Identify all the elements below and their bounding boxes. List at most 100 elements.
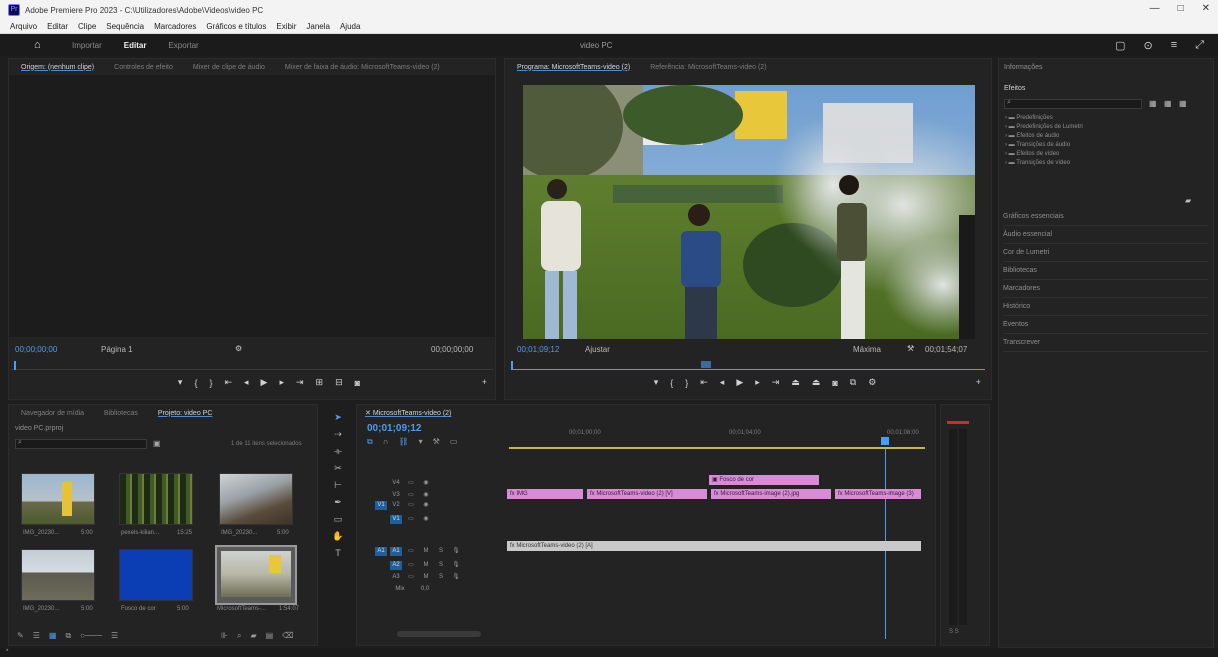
new-bin-icon[interactable]: ▰: [1185, 196, 1191, 205]
compare-icon[interactable]: ⧉: [850, 377, 856, 388]
wrench-icon[interactable]: ⚒: [907, 344, 914, 353]
sort-icon[interactable]: ☰: [111, 631, 118, 641]
yuv-effects-icon[interactable]: ▦: [1179, 99, 1187, 108]
freeform-view-icon[interactable]: ⧉: [65, 631, 71, 641]
tab-reference[interactable]: Referência: MicrosoftTeams-video (2): [650, 64, 766, 71]
menu-graficos[interactable]: Gráficos e títulos: [206, 22, 266, 31]
source-viewer[interactable]: [9, 75, 495, 337]
effects-tree-item[interactable]: › ▬ Predefinições de Lumetri: [1005, 124, 1083, 133]
maximize-button[interactable]: □: [1178, 3, 1184, 14]
menu-editar[interactable]: Editar: [47, 22, 68, 31]
workspaces-icon[interactable]: ▢: [1115, 39, 1125, 52]
program-timecode[interactable]: 00;01;09;12: [517, 345, 559, 354]
track-header-v2[interactable]: V1 V2 ▭ ◉: [375, 499, 505, 511]
program-playhead[interactable]: [701, 361, 711, 368]
program-scrubber[interactable]: [511, 361, 985, 370]
section-transcribe[interactable]: Transcrever: [1003, 334, 1208, 352]
section-history[interactable]: Histórico: [1003, 298, 1208, 316]
menu-icon[interactable]: ≡: [1171, 39, 1177, 52]
minimize-button[interactable]: —: [1150, 3, 1160, 14]
new-bin-from-search-icon[interactable]: ▣: [153, 439, 161, 448]
add-marker-icon[interactable]: ▾: [419, 437, 423, 447]
track-header-mix[interactable]: Mix 0,0: [375, 581, 515, 593]
tab-editar[interactable]: Editar: [124, 41, 147, 50]
track-header-v4[interactable]: V4 ▭ ◉: [375, 475, 505, 487]
list-view-icon[interactable]: ☰: [33, 631, 40, 641]
effects-tree-item[interactable]: › ▬ Efeitos de áudio: [1005, 133, 1083, 142]
go-to-out-icon[interactable]: ⇥: [296, 377, 304, 388]
step-forward-icon[interactable]: ▸: [279, 377, 284, 388]
effects-tree-item[interactable]: › ▬ Efeitos de vídeo: [1005, 151, 1083, 160]
linked-selection-icon[interactable]: ⛓: [398, 437, 408, 447]
section-markers[interactable]: Marcadores: [1003, 280, 1208, 298]
info-title[interactable]: Informações: [1004, 64, 1043, 71]
section-essential-audio[interactable]: Áudio essencial: [1003, 226, 1208, 244]
type-tool-icon[interactable]: T: [335, 548, 341, 558]
clip-v2-img[interactable]: fx IMG: [507, 489, 583, 499]
track-header-v1[interactable]: V1 ▭ ◉: [375, 511, 505, 524]
close-button[interactable]: ✕: [1202, 3, 1210, 14]
effects-tree-item[interactable]: › ▬ Transições de áudio: [1005, 142, 1083, 151]
menu-ajuda[interactable]: Ajuda: [340, 22, 360, 31]
add-button-icon[interactable]: +: [482, 377, 487, 387]
new-item-icon[interactable]: ▤: [266, 631, 274, 641]
track-select-tool-icon[interactable]: ⇢: [334, 429, 342, 440]
track-header-a2[interactable]: A2 ▭ M S 🎙: [375, 557, 515, 570]
snap-icon[interactable]: ∩: [383, 437, 389, 447]
tab-effect-controls[interactable]: Controles de efeito: [114, 64, 173, 71]
menu-exibir[interactable]: Exibir: [276, 22, 296, 31]
clip-v2-image2[interactable]: fx MicrosoftTeams-image (2).jpg: [711, 489, 831, 499]
prog-go-to-in-icon[interactable]: ⇤: [700, 377, 708, 388]
project-item-thumb[interactable]: [119, 549, 193, 601]
prog-export-frame-icon[interactable]: ◙: [832, 378, 837, 388]
insert-icon[interactable]: ⊞: [316, 377, 324, 388]
new-bin-icon[interactable]: ▰: [250, 631, 256, 641]
fit-dropdown[interactable]: Ajustar: [585, 345, 610, 354]
prog-step-back-icon[interactable]: ◂: [720, 377, 725, 388]
tab-libraries[interactable]: Bibliotecas: [104, 410, 138, 417]
menu-janela[interactable]: Janela: [306, 22, 330, 31]
timeline-zoom-scrollbar[interactable]: [397, 631, 481, 637]
go-to-in-icon[interactable]: ⇤: [224, 377, 232, 388]
home-icon[interactable]: ⌂: [34, 39, 50, 51]
mark-out-icon[interactable]: }: [209, 378, 212, 388]
pencil-icon[interactable]: ✎: [17, 631, 24, 641]
slip-tool-icon[interactable]: ⊢: [334, 480, 342, 491]
prog-step-forward-icon[interactable]: ▸: [755, 377, 760, 388]
tab-program[interactable]: Programa: MicrosoftTeams-video (2): [517, 64, 630, 71]
captions-icon[interactable]: ▭: [450, 437, 458, 447]
selection-tool-icon[interactable]: ➤: [334, 412, 342, 423]
project-item-thumb[interactable]: [219, 473, 293, 525]
prog-go-to-out-icon[interactable]: ⇥: [772, 377, 780, 388]
source-playhead[interactable]: [14, 361, 16, 370]
prog-add-button-icon[interactable]: +: [976, 377, 981, 387]
find-icon[interactable]: ⌕: [237, 631, 241, 641]
project-item-thumb[interactable]: [119, 473, 193, 525]
32bit-effects-icon[interactable]: ▦: [1164, 99, 1172, 108]
project-search-input[interactable]: ⌕: [15, 439, 147, 449]
hand-tool-icon[interactable]: ✋: [332, 531, 343, 542]
tab-source[interactable]: Origem: (nenhum clipe): [21, 64, 94, 71]
track-header-a3[interactable]: A3 ▭ M S 🎙: [375, 569, 515, 581]
program-video-frame[interactable]: [523, 85, 975, 339]
zoom-slider-icon[interactable]: ○───: [80, 631, 102, 641]
clip-v2-image3[interactable]: fx MicrosoftTeams-image (3): [835, 489, 921, 499]
project-item-thumb[interactable]: [21, 473, 95, 525]
vr-icon[interactable]: ⚙: [868, 377, 876, 388]
track-header-a1[interactable]: A1 A1 ▭ M S 🎙: [375, 545, 515, 557]
section-essential-graphics[interactable]: Gráficos essenciais: [1003, 208, 1208, 226]
prog-mark-in-icon[interactable]: {: [670, 378, 673, 388]
clear-icon[interactable]: ⌫: [282, 631, 293, 641]
overwrite-icon[interactable]: ⊟: [335, 377, 343, 388]
menu-arquivo[interactable]: Arquivo: [10, 22, 37, 31]
accelerated-effects-icon[interactable]: ▦: [1149, 99, 1157, 108]
effects-tree-item[interactable]: › ▬ Transições de vídeo: [1005, 160, 1083, 169]
meter-solo-icon[interactable]: S S: [949, 629, 959, 635]
extract-icon[interactable]: ⏏: [812, 377, 821, 388]
source-timecode[interactable]: 00;00;00;00: [15, 345, 57, 354]
section-events[interactable]: Eventos: [1003, 316, 1208, 334]
tab-exportar[interactable]: Exportar: [168, 41, 198, 50]
clip-v3-color-matte[interactable]: ▣ Fosco de cor: [709, 475, 819, 485]
nest-icon[interactable]: ⧉: [367, 437, 373, 447]
project-item-thumb-selected[interactable]: [215, 545, 297, 605]
